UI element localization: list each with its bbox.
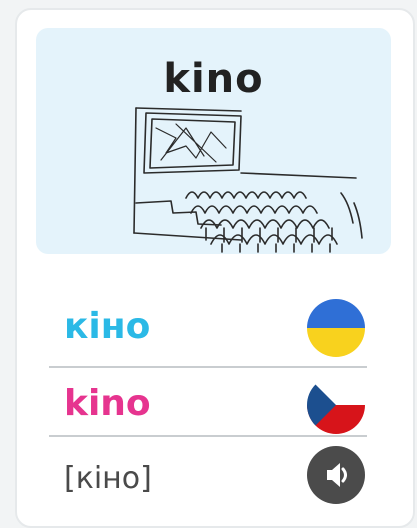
word-illustration: kino (36, 28, 391, 254)
ukrainian-word: кіно (64, 306, 151, 347)
cinema-illustration-icon (133, 107, 363, 253)
czech-flag-icon (307, 376, 365, 434)
czech-word: kino (64, 383, 151, 424)
pronunciation-text: [кіно] (64, 461, 152, 496)
row-divider (49, 435, 367, 437)
ukraine-flag-icon (307, 299, 365, 357)
play-audio-button[interactable] (307, 446, 365, 504)
speaker-icon (327, 463, 347, 487)
row-divider (49, 366, 367, 368)
